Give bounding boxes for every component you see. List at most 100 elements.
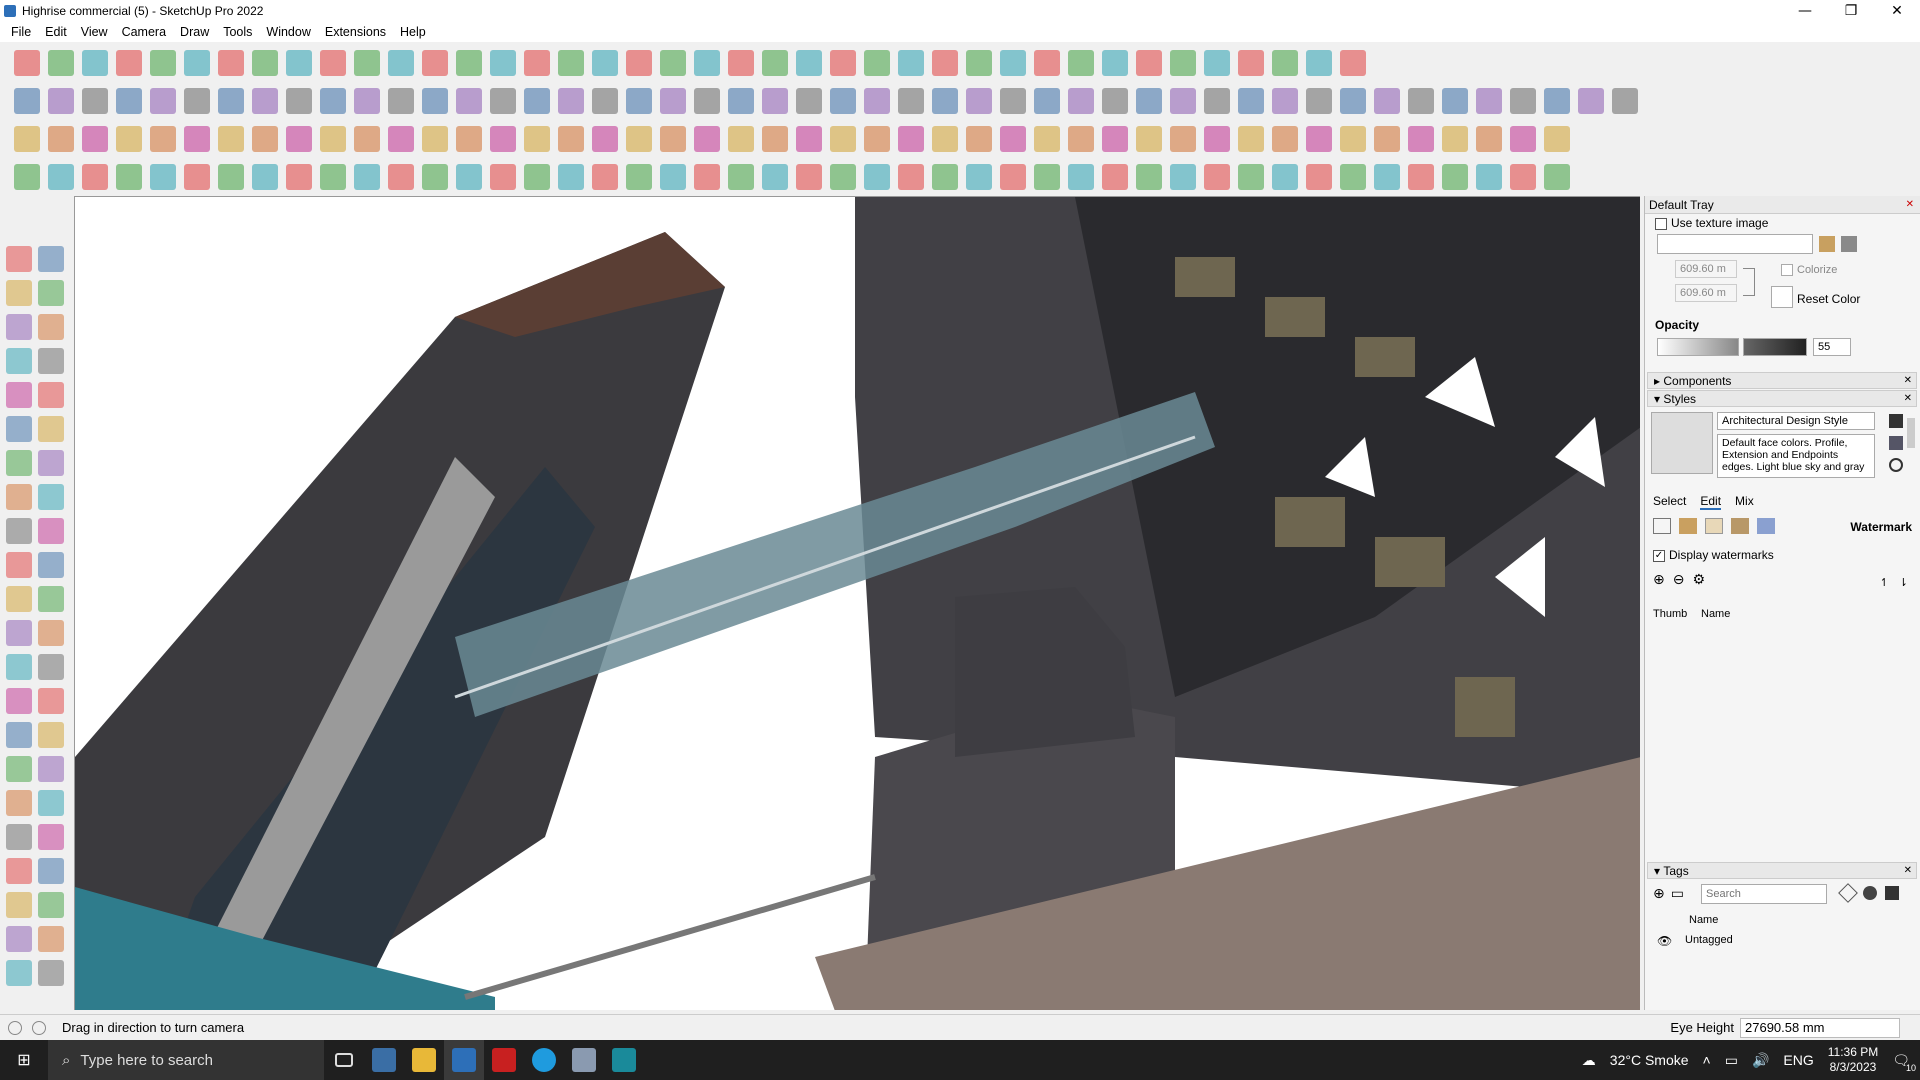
toolbar-tool-icon[interactable] (898, 50, 924, 76)
palette-tool-icon[interactable] (38, 790, 64, 816)
palette-tool-icon[interactable] (6, 926, 32, 952)
toolbar-tool-icon[interactable] (1102, 88, 1128, 114)
toolbar-tool-icon[interactable] (1170, 50, 1196, 76)
toolbar-tool-icon[interactable] (1204, 164, 1230, 190)
toolbar-tool-icon[interactable] (796, 88, 822, 114)
texture-path-input[interactable] (1657, 234, 1813, 254)
aspect-lock-icon[interactable] (1743, 268, 1755, 296)
toolbar-tool-icon[interactable] (1510, 164, 1536, 190)
toolbar-tool-icon[interactable] (150, 50, 176, 76)
palette-tool-icon[interactable] (38, 654, 64, 680)
toolbar-tool-icon[interactable] (252, 164, 278, 190)
toolbar-tool-icon[interactable] (354, 50, 380, 76)
toolbar-tool-icon[interactable] (898, 88, 924, 114)
toolbar-tool-icon[interactable] (592, 126, 618, 152)
toolbar-tool-icon[interactable] (796, 126, 822, 152)
toolbar-tool-icon[interactable] (1238, 88, 1264, 114)
toolbar-tool-icon[interactable] (1034, 126, 1060, 152)
toolbar-tool-icon[interactable] (898, 126, 924, 152)
palette-tool-icon[interactable] (6, 450, 32, 476)
toolbar-tool-icon[interactable] (728, 126, 754, 152)
weather-text[interactable]: 32°C Smoke (1610, 1052, 1689, 1068)
3dsmax-icon[interactable] (604, 1040, 644, 1080)
palette-tool-icon[interactable] (38, 960, 64, 986)
style-name-input[interactable]: Architectural Design Style (1717, 412, 1875, 430)
toolbar-tool-icon[interactable] (1000, 126, 1026, 152)
toolbar-tool-icon[interactable] (694, 50, 720, 76)
toolbar-tool-icon[interactable] (1272, 50, 1298, 76)
toolbar-tool-icon[interactable] (660, 126, 686, 152)
palette-tool-icon[interactable] (6, 416, 32, 442)
model-viewport[interactable] (74, 196, 1640, 1010)
toolbar-tool-icon[interactable] (626, 164, 652, 190)
toolbar-tool-icon[interactable] (932, 126, 958, 152)
toolbar-tool-icon[interactable] (184, 126, 210, 152)
toolbar-tool-icon[interactable] (388, 50, 414, 76)
toolbar-tool-icon[interactable] (830, 126, 856, 152)
toolbar-tool-icon[interactable] (456, 164, 482, 190)
toolbar-tool-icon[interactable] (1306, 126, 1332, 152)
tags-close-icon[interactable]: ✕ (1904, 865, 1912, 876)
add-watermark-icon[interactable]: ⊕ (1653, 572, 1665, 588)
face-settings-icon[interactable] (1679, 518, 1697, 534)
toolbar-tool-icon[interactable] (524, 164, 550, 190)
toolbar-tool-icon[interactable] (1102, 126, 1128, 152)
toolbar-tool-icon[interactable] (592, 164, 618, 190)
toolbar-tool-icon[interactable] (48, 164, 74, 190)
toolbar-tool-icon[interactable] (354, 126, 380, 152)
palette-tool-icon[interactable] (6, 484, 32, 510)
toolbar-tool-icon[interactable] (558, 50, 584, 76)
toolbar-tool-icon[interactable] (14, 164, 40, 190)
palette-tool-icon[interactable] (38, 484, 64, 510)
toolbar-tool-icon[interactable] (252, 50, 278, 76)
edge-icon[interactable] (524, 1040, 564, 1080)
toolbar-tool-icon[interactable] (1408, 88, 1434, 114)
file-explorer-icon[interactable] (404, 1040, 444, 1080)
toolbar-tool-icon[interactable] (48, 50, 74, 76)
toolbar-tool-icon[interactable] (286, 50, 312, 76)
color-by-tag-icon[interactable] (1863, 886, 1877, 900)
toolbar-tool-icon[interactable] (1136, 50, 1162, 76)
toolbar-tool-icon[interactable] (1374, 126, 1400, 152)
browse-folder-icon[interactable] (1819, 236, 1835, 252)
acrobat-icon[interactable] (484, 1040, 524, 1080)
toolbar-tool-icon[interactable] (626, 50, 652, 76)
palette-tool-icon[interactable] (6, 688, 32, 714)
toolbar-tool-icon[interactable] (1000, 88, 1026, 114)
toolbar-tool-icon[interactable] (320, 88, 346, 114)
palette-tool-icon[interactable] (38, 620, 64, 646)
toolbar-tool-icon[interactable] (48, 88, 74, 114)
toolbar-tool-icon[interactable] (490, 50, 516, 76)
tags-section-header[interactable]: ▾ Tags ✕ (1647, 862, 1917, 879)
toolbar-tool-icon[interactable] (1306, 88, 1332, 114)
toolbar-tool-icon[interactable] (286, 88, 312, 114)
palette-tool-icon[interactable] (6, 620, 32, 646)
toolbar-tool-icon[interactable] (1612, 88, 1638, 114)
toolbar-tool-icon[interactable] (1442, 164, 1468, 190)
toolbar-tool-icon[interactable] (558, 126, 584, 152)
tab-edit[interactable]: Edit (1700, 494, 1722, 510)
palette-tool-icon[interactable] (6, 858, 32, 884)
toolbar-tool-icon[interactable] (524, 50, 550, 76)
toolbar-tool-icon[interactable] (1000, 164, 1026, 190)
toolbar-tool-icon[interactable] (762, 88, 788, 114)
toolbar-tool-icon[interactable] (966, 50, 992, 76)
toolbar-tool-icon[interactable] (1102, 164, 1128, 190)
pencil-icon[interactable] (1838, 883, 1858, 903)
palette-tool-icon[interactable] (38, 280, 64, 306)
toolbar-tool-icon[interactable] (1136, 88, 1162, 114)
toolbar-tool-icon[interactable] (932, 88, 958, 114)
toolbar-tool-icon[interactable] (1374, 164, 1400, 190)
toolbar-tool-icon[interactable] (1272, 164, 1298, 190)
menu-camera[interactable]: Camera (115, 25, 173, 39)
toolbar-tool-icon[interactable] (388, 88, 414, 114)
toolbar-tool-icon[interactable] (150, 164, 176, 190)
toolbar-tool-icon[interactable] (728, 88, 754, 114)
toolbar-tool-icon[interactable] (1408, 164, 1434, 190)
palette-tool-icon[interactable] (38, 688, 64, 714)
chevron-up-icon[interactable]: ˄ (1703, 1052, 1711, 1068)
eye-icon[interactable]: 👁 (1657, 934, 1672, 948)
toolbar-tool-icon[interactable] (1170, 126, 1196, 152)
toolbar-tool-icon[interactable] (490, 88, 516, 114)
toolbar-tool-icon[interactable] (1510, 126, 1536, 152)
